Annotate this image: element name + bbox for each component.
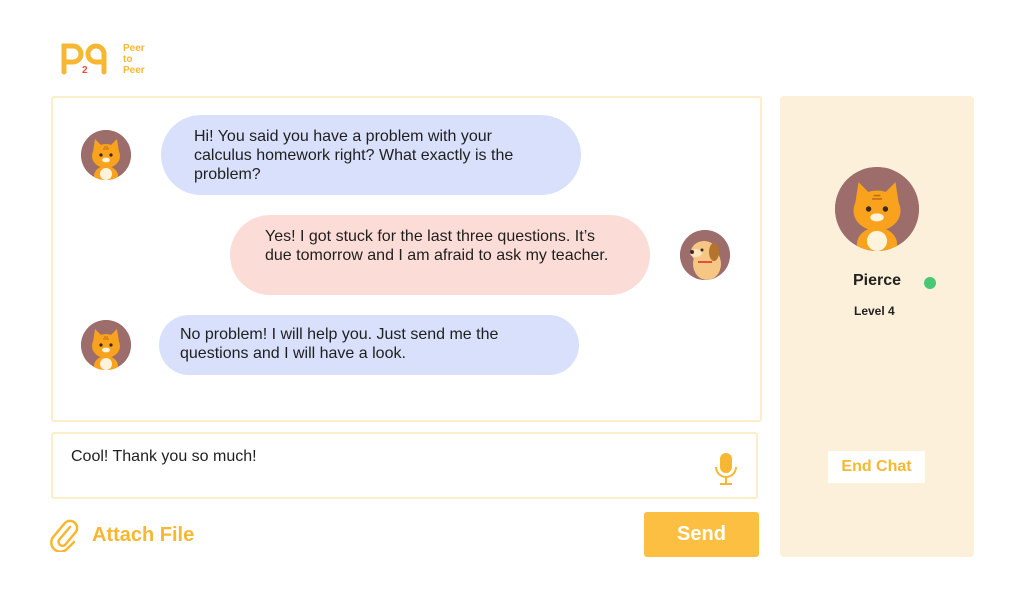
online-status-dot	[924, 277, 936, 289]
message-bubble-2: Yes! I got stuck for the last three ques…	[230, 215, 650, 295]
attach-file-label: Attach File	[92, 523, 195, 546]
message-text: Hi! You said you have a problem with you…	[194, 128, 514, 183]
message-text: No problem! I will help you. Just send m…	[180, 326, 499, 362]
message-bubble-1: Hi! You said you have a problem with you…	[161, 115, 581, 195]
p2p-logo-icon: 2	[61, 43, 107, 76]
profile-name: Pierce	[853, 272, 902, 289]
logo-line-3: Peer	[123, 65, 145, 76]
microphone-icon[interactable]	[714, 452, 738, 486]
paperclip-icon	[50, 519, 79, 552]
cat-avatar-icon	[835, 167, 919, 251]
logo-line-2: to	[123, 54, 133, 65]
attach-file-button[interactable]: Attach File	[50, 518, 194, 552]
chat-window[interactable]: Hi! You said you have a problem with you…	[51, 96, 762, 422]
send-button[interactable]: Send	[644, 512, 759, 557]
cat-avatar-icon	[81, 320, 131, 370]
dog-avatar-icon	[680, 230, 730, 280]
message-bubble-3: No problem! I will help you. Just send m…	[159, 315, 579, 375]
profile-level: Level 4	[854, 304, 895, 318]
logo-line-1: Peer	[123, 43, 145, 54]
message-text: Yes! I got stuck for the last three ques…	[265, 228, 609, 264]
profile-panel: Pierce Level 4 End Chat	[780, 96, 974, 557]
logo-wordmark: Peer to Peer	[123, 43, 145, 76]
cat-avatar-icon	[81, 130, 131, 180]
svg-text:2: 2	[82, 65, 88, 76]
message-input[interactable]: Cool! Thank you so much!	[51, 432, 758, 499]
message-input-value[interactable]: Cool! Thank you so much!	[71, 448, 257, 466]
end-chat-button[interactable]: End Chat	[828, 451, 925, 483]
app-logo: 2	[60, 40, 160, 80]
